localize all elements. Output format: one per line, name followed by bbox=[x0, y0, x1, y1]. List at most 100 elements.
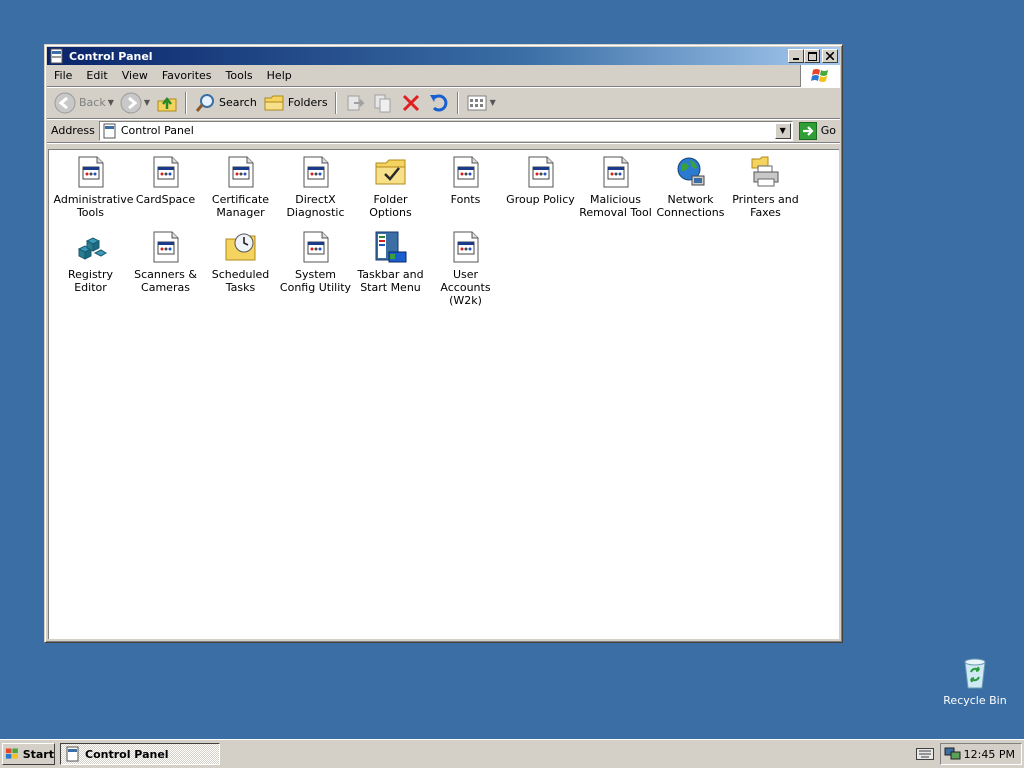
menu-bar: File Edit View Favorites Tools Help bbox=[47, 65, 840, 87]
control-panel-item-label: Administrative Tools bbox=[53, 193, 134, 219]
up-folder-button[interactable] bbox=[153, 90, 181, 116]
search-icon bbox=[195, 93, 215, 112]
standard-toolbar: Back ▼ ▼ Search Folders ▼ bbox=[47, 87, 840, 119]
menu-view[interactable]: View bbox=[115, 69, 155, 82]
applet-icon bbox=[300, 231, 332, 263]
taskbar: Start Control Panel 12:45 PM bbox=[0, 739, 1024, 768]
control-panel-item-label: Malicious Removal Tool bbox=[579, 193, 652, 219]
maximize-button[interactable] bbox=[804, 49, 820, 63]
forward-arrow-icon bbox=[120, 92, 142, 113]
address-dropdown-button[interactable]: ▼ bbox=[774, 122, 791, 139]
control-panel-items: Administrative Tools CardSpace Certificate… bbox=[53, 156, 803, 307]
control-panel-item[interactable]: Malicious Removal Tool bbox=[578, 156, 653, 231]
windows-logo-icon bbox=[800, 65, 840, 87]
search-button[interactable]: Search bbox=[191, 90, 260, 116]
menu-edit[interactable]: Edit bbox=[79, 69, 114, 82]
recycle-bin-shortcut[interactable]: Recycle Bin bbox=[942, 656, 1008, 707]
applet-icon bbox=[450, 231, 482, 263]
menu-file[interactable]: File bbox=[47, 69, 79, 82]
control-panel-item[interactable]: Taskbar and Start Menu bbox=[353, 231, 428, 306]
registry-icon bbox=[75, 231, 107, 263]
views-button[interactable]: ▼ bbox=[463, 90, 499, 116]
address-bar: Address Control Panel ▼ Go bbox=[47, 119, 840, 143]
control-panel-item[interactable]: Fonts bbox=[428, 156, 503, 231]
applet-icon bbox=[300, 156, 332, 188]
control-panel-icon bbox=[49, 48, 65, 64]
printer-icon bbox=[750, 156, 782, 188]
control-panel-item-label: CardSpace bbox=[135, 193, 196, 206]
control-panel-small-icon bbox=[102, 123, 118, 139]
applet-icon bbox=[600, 156, 632, 188]
control-panel-item-label: User Accounts (W2k) bbox=[440, 268, 491, 307]
up-folder-icon bbox=[157, 96, 177, 111]
control-panel-item[interactable]: Printers and Faxes bbox=[728, 156, 803, 231]
folder-options-icon bbox=[375, 156, 407, 188]
delete-button[interactable] bbox=[397, 90, 425, 116]
control-panel-icon bbox=[66, 746, 79, 762]
title-bar[interactable]: Control Panel bbox=[47, 47, 840, 65]
move-to-button[interactable] bbox=[341, 90, 369, 116]
windows-flag-icon bbox=[5, 748, 18, 759]
applet-icon bbox=[525, 156, 557, 188]
keyboard-icon[interactable] bbox=[916, 748, 934, 760]
control-panel-item-label: Network Connections bbox=[656, 193, 725, 219]
taskbar-icon bbox=[375, 231, 407, 263]
window-title: Control Panel bbox=[69, 49, 153, 63]
network-tray-icon bbox=[944, 747, 961, 760]
applet-icon bbox=[450, 156, 482, 188]
menu-tools[interactable]: Tools bbox=[219, 69, 260, 82]
system-tray: 12:45 PM bbox=[940, 743, 1022, 765]
applet-icon bbox=[225, 156, 257, 188]
control-panel-item[interactable]: Scheduled Tasks bbox=[203, 231, 278, 306]
control-panel-item-label: Printers and Faxes bbox=[732, 193, 799, 219]
taskbar-button-control-panel[interactable]: Control Panel bbox=[60, 743, 220, 765]
minimize-button[interactable] bbox=[788, 49, 804, 63]
control-panel-item[interactable]: User Accounts (W2k) bbox=[428, 231, 503, 307]
network-globe-icon bbox=[675, 156, 707, 188]
control-panel-item[interactable]: CardSpace bbox=[128, 156, 203, 231]
control-panel-item[interactable]: DirectX Diagnostic bbox=[278, 156, 353, 231]
control-panel-item[interactable]: Group Policy bbox=[503, 156, 578, 231]
recycle-bin-icon bbox=[964, 658, 986, 689]
control-panel-item-label: Taskbar and Start Menu bbox=[357, 268, 424, 294]
go-button[interactable]: Go bbox=[798, 121, 836, 140]
control-panel-item[interactable]: System Config Utility bbox=[278, 231, 353, 306]
control-panel-item-label: Registry Editor bbox=[67, 268, 114, 294]
control-panel-item-label: Group Policy bbox=[506, 193, 575, 206]
back-button[interactable]: Back ▼ bbox=[51, 90, 117, 116]
control-panel-item-label: Fonts bbox=[450, 193, 481, 206]
menu-help[interactable]: Help bbox=[260, 69, 299, 82]
folders-icon bbox=[264, 95, 284, 110]
start-button[interactable]: Start bbox=[2, 743, 55, 765]
scheduled-tasks-icon bbox=[225, 231, 257, 263]
recycle-bin-label: Recycle Bin bbox=[943, 694, 1007, 707]
address-field[interactable]: Control Panel ▼ bbox=[98, 120, 793, 141]
control-panel-item-label: Scheduled Tasks bbox=[211, 268, 270, 294]
move-to-icon bbox=[347, 95, 364, 110]
applet-icon bbox=[150, 156, 182, 188]
control-panel-item[interactable]: Certificate Manager bbox=[203, 156, 278, 231]
control-panel-item-label: System Config Utility bbox=[279, 268, 352, 294]
control-panel-item[interactable]: Network Connections bbox=[653, 156, 728, 231]
applet-icon bbox=[150, 231, 182, 263]
control-panel-item-label: DirectX Diagnostic bbox=[286, 193, 345, 219]
go-arrow-icon bbox=[798, 121, 817, 140]
file-view-pane: Administrative Tools CardSpace Certificate… bbox=[48, 149, 839, 639]
undo-button[interactable] bbox=[425, 90, 453, 116]
applet-icon bbox=[75, 156, 107, 188]
control-panel-item-label: Folder Options bbox=[369, 193, 412, 219]
control-panel-window: Control Panel File Edit View Favorites T… bbox=[44, 44, 843, 643]
address-value: Control Panel bbox=[120, 124, 194, 137]
control-panel-item[interactable]: Scanners & Cameras bbox=[128, 231, 203, 306]
control-panel-item[interactable]: Folder Options bbox=[353, 156, 428, 231]
control-panel-item-label: Scanners & Cameras bbox=[134, 268, 197, 294]
close-button[interactable] bbox=[822, 49, 838, 63]
control-panel-item[interactable]: Registry Editor bbox=[53, 231, 128, 306]
forward-button[interactable]: ▼ bbox=[117, 90, 153, 116]
copy-to-button[interactable] bbox=[369, 90, 397, 116]
folders-button[interactable]: Folders bbox=[260, 90, 331, 116]
control-panel-item-label: Certificate Manager bbox=[211, 193, 270, 219]
control-panel-item[interactable]: Administrative Tools bbox=[53, 156, 134, 231]
menu-favorites[interactable]: Favorites bbox=[155, 69, 219, 82]
clock[interactable]: 12:45 PM bbox=[964, 748, 1015, 761]
